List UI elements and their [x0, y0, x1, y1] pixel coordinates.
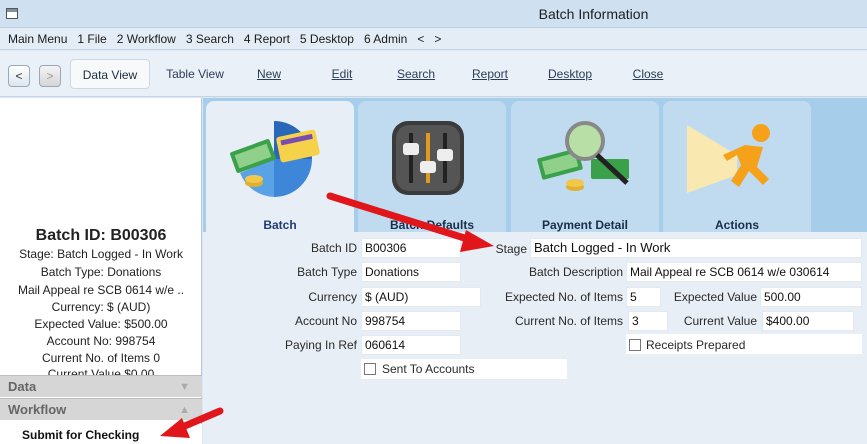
- summary-current-value: Current Value $0.00: [47, 367, 155, 375]
- summary-current-items: Current No. of Items 0: [41, 351, 161, 365]
- section-data-label: Data: [8, 379, 37, 394]
- tab-payment-detail[interactable]: Payment Detail: [511, 101, 659, 232]
- tab-payment-detail-label: Payment Detail: [541, 218, 629, 232]
- desktop-button[interactable]: Desktop: [542, 59, 598, 89]
- batch-description-field[interactable]: Mail Appeal re SCB 0614 w/e 030614: [626, 262, 862, 282]
- menu-workflow[interactable]: 2 Workflow: [117, 32, 176, 46]
- summary-description: Mail Appeal re SCB 0614 w/e ..: [17, 283, 185, 297]
- batch-icon: [230, 121, 320, 197]
- summary-currency: Currency: $ (AUD): [51, 300, 151, 314]
- forward-button[interactable]: >: [39, 65, 61, 87]
- payment-magnifier-icon: [537, 121, 629, 191]
- menu-admin[interactable]: 6 Admin: [364, 32, 407, 46]
- toolbar: < > Data View Table View New Edit Search…: [0, 51, 867, 97]
- tab-batch[interactable]: Batch: [206, 101, 354, 232]
- batch-type-label: Batch Type: [297, 265, 357, 279]
- expected-value-label: Expected Value: [673, 290, 757, 304]
- account-no-label: Account No: [294, 314, 357, 328]
- expected-value-field[interactable]: 500.00: [760, 287, 862, 307]
- stage-field[interactable]: Batch Logged - In Work: [530, 238, 862, 258]
- summary-stage: Stage: Batch Logged - In Work: [19, 247, 183, 261]
- stage-label: Stage: [495, 242, 527, 256]
- menu-main[interactable]: Main Menu: [8, 32, 67, 46]
- sliders-icon: [392, 121, 464, 195]
- current-value-field[interactable]: $400.00: [762, 311, 854, 331]
- table-view-button[interactable]: Table View: [158, 59, 232, 89]
- sent-to-accounts-label: Sent To Accounts: [382, 362, 475, 376]
- edit-button[interactable]: Edit: [320, 59, 364, 89]
- section-workflow-label: Workflow: [8, 402, 67, 417]
- currency-field[interactable]: $ (AUD): [361, 287, 481, 307]
- report-button[interactable]: Report: [466, 59, 514, 89]
- data-view-button[interactable]: Data View: [70, 59, 150, 89]
- submit-for-checking-link[interactable]: Submit for Checking: [0, 424, 202, 444]
- chevron-up-icon: ▲: [179, 404, 190, 416]
- summary-account-no: Account No: 998754: [46, 334, 156, 348]
- receipts-prepared-checkbox[interactable]: [629, 339, 641, 351]
- expected-items-field[interactable]: 5: [626, 287, 661, 307]
- current-items-label: Current No. of Items: [514, 314, 623, 328]
- summary-batch-type: Batch Type: Donations: [40, 265, 162, 279]
- menu-file[interactable]: 1 File: [77, 32, 106, 46]
- tab-actions-label: Actions: [714, 218, 759, 232]
- title-bar: Batch Information: [0, 0, 867, 28]
- receipts-prepared-label: Receipts Prepared: [646, 338, 746, 352]
- close-button[interactable]: Close: [626, 59, 670, 89]
- menu-desktop[interactable]: 5 Desktop: [300, 32, 354, 46]
- tab-actions[interactable]: Actions: [663, 101, 811, 232]
- menu-report[interactable]: 4 Report: [244, 32, 290, 46]
- running-man-icon: [687, 124, 770, 193]
- new-button[interactable]: New: [246, 59, 292, 89]
- expected-items-label: Expected No. of Items: [504, 290, 623, 304]
- paying-in-ref-field[interactable]: 060614: [361, 335, 461, 355]
- current-items-field[interactable]: 3: [628, 311, 668, 331]
- menu-prev[interactable]: <: [417, 32, 424, 46]
- summary-batch-id: Batch ID: B00306: [35, 227, 167, 244]
- window-title: Batch Information: [538, 6, 649, 22]
- summary-expected-value: Expected Value: $500.00: [34, 317, 168, 331]
- current-value-label: Current Value: [683, 314, 757, 328]
- menu-bar: Main Menu 1 File 2 Workflow 3 Search 4 R…: [0, 28, 867, 50]
- paying-in-ref-label: Paying In Ref: [284, 338, 357, 352]
- sent-to-accounts-checkbox[interactable]: [364, 363, 376, 375]
- menu-search[interactable]: 3 Search: [186, 32, 234, 46]
- currency-label: Currency: [308, 290, 357, 304]
- back-button[interactable]: <: [8, 65, 30, 87]
- tab-batch-defaults-label: Batch Defaults: [389, 218, 475, 232]
- tab-batch-defaults[interactable]: Batch Defaults: [358, 101, 506, 232]
- section-workflow[interactable]: Workflow ▲: [0, 398, 202, 420]
- batch-id-label: Batch ID: [310, 241, 357, 255]
- menu-next[interactable]: >: [434, 32, 441, 46]
- batch-type-field[interactable]: Donations: [361, 262, 461, 282]
- tab-batch-label: Batch: [263, 218, 297, 232]
- batch-id-field[interactable]: B00306: [361, 238, 461, 258]
- account-no-field[interactable]: 998754: [361, 311, 461, 331]
- section-data[interactable]: Data ▼: [0, 375, 202, 397]
- chevron-down-icon: ▼: [179, 381, 190, 393]
- batch-description-label: Batch Description: [528, 265, 623, 279]
- search-button[interactable]: Search: [390, 59, 442, 89]
